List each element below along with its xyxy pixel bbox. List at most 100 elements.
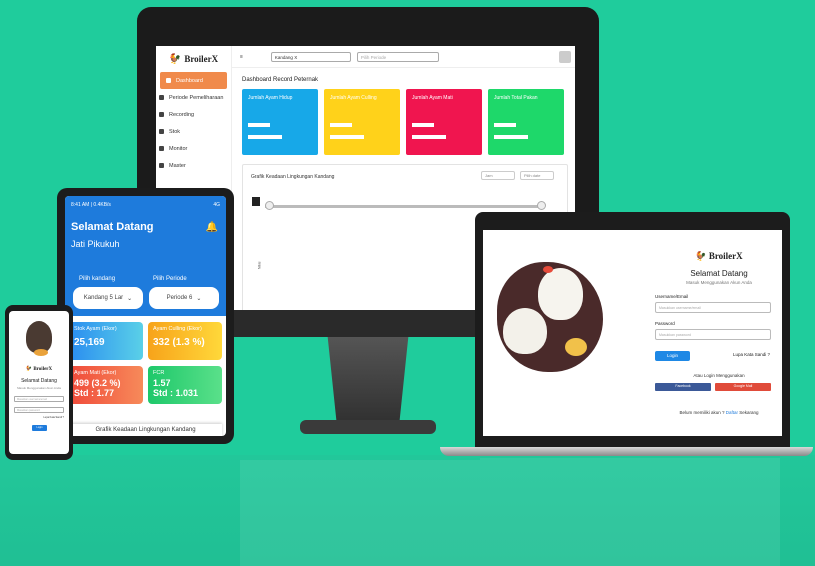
tablet: 8:41 AM | 0.4KB/s 4G Selamat Datang Jati… <box>57 188 234 444</box>
value-placeholder <box>330 135 364 139</box>
stat-value: 499 (3.2 %) <box>74 378 121 388</box>
menu-item-icon <box>159 129 164 134</box>
brand-name: BroilerX <box>708 251 743 261</box>
alt-login-text: Atau Login Menggunakan <box>693 373 745 378</box>
hen-illustration <box>503 308 547 354</box>
sidebar-item-label: Monitor <box>169 145 188 152</box>
monitor-reflection <box>240 460 480 566</box>
card-label: Jumlah Total Pakan <box>494 95 538 101</box>
periode-select[interactable]: Periode 6 ⌄ <box>149 287 219 309</box>
card-label: Jumlah Ayam Hidup <box>248 95 293 101</box>
pin-icon <box>252 197 260 206</box>
tablet-screen: 8:41 AM | 0.4KB/s 4G Selamat Datang Jati… <box>65 196 226 436</box>
chicken-icon: 🐓 <box>168 53 182 65</box>
login-button[interactable]: Login <box>32 425 47 431</box>
signal-status: 4G <box>213 202 220 208</box>
chevron-down-icon: ⌄ <box>196 295 202 302</box>
stat-label: Stok Ayam (Ekor) <box>74 326 117 332</box>
value-placeholder <box>412 123 434 127</box>
value-placeholder <box>248 135 282 139</box>
summary-card: Jumlah Ayam Hidup <box>242 89 318 155</box>
sidebar-item-stok[interactable]: Stok <box>156 123 231 140</box>
password-input[interactable]: Masukkan password <box>655 329 771 340</box>
sidebar-item-label: Stok <box>169 128 181 135</box>
phone: 🐓 BroilerX Selamat Datang Masuk Mengguna… <box>5 305 73 460</box>
chart-title: Grafik Keadaan Lingkungan Kandang <box>251 174 335 180</box>
summary-card: Jumlah Ayam Mati <box>406 89 482 155</box>
laptop-screen: 🐓 BroilerX Selamat Datang Masuk Mengguna… <box>483 230 782 436</box>
summary-card: Jumlah Ayam Culling <box>324 89 400 155</box>
unit-select[interactable]: Jam <box>481 171 515 180</box>
value-placeholder <box>330 123 352 127</box>
kandang-select[interactable]: Kandang 5 Lar ⌄ <box>73 287 143 309</box>
bell-icon[interactable]: 🔔 <box>206 222 218 233</box>
sidebar-item-monitor[interactable]: Monitor <box>156 140 231 157</box>
forgot-password-link[interactable]: Lupa Kata Sandi ? <box>43 416 64 419</box>
status-bar: 8:41 AM | 0.4KB/s <box>71 202 111 208</box>
kandang-select[interactable]: Kandang X <box>270 51 351 62</box>
monitor-base <box>300 420 436 434</box>
slider-handle-left[interactable] <box>265 201 274 210</box>
stat-value: 1.57 <box>153 378 171 388</box>
card-label: Jumlah Ayam Culling <box>330 95 377 101</box>
sidebar-item-label: Recording <box>169 111 195 118</box>
brand-name: BroilerX <box>33 367 53 372</box>
menu-item-icon <box>159 112 164 117</box>
register-link[interactable]: Daftar <box>726 410 738 415</box>
page-title: Dashboard Record Peternak <box>242 77 319 83</box>
login-button[interactable]: Login <box>655 351 690 361</box>
chevron-down-icon: ⌄ <box>127 295 133 302</box>
welcome-title: Selamat Datang <box>21 378 57 384</box>
sidebar-item-dashboard[interactable]: Dashboard <box>160 72 227 89</box>
monitor-stand <box>327 337 409 429</box>
top-bar: ≡ Kandang X Pilih Periode <box>232 46 575 68</box>
avatar[interactable] <box>559 51 571 63</box>
brand-logo: 🐓 BroilerX <box>25 367 53 372</box>
register-text: Belum memiliki akun ? Daftar Sekarang <box>653 410 785 415</box>
welcome-title: Selamat Datang <box>71 221 154 233</box>
password-label: Password <box>655 321 675 326</box>
summary-card: Jumlah Total Pakan <box>488 89 564 155</box>
slider-handle-right[interactable] <box>537 201 546 210</box>
chart-section-title: Grafik Keadaan Lingkungan Kandang <box>69 424 222 436</box>
hen-comb-illustration <box>543 266 553 273</box>
menu-item-icon <box>166 78 171 83</box>
welcome-title: Selamat Datang <box>690 269 748 278</box>
menu-icon[interactable]: ≡ <box>240 54 243 60</box>
value-placeholder <box>494 135 528 139</box>
user-name: Jati Pikukuh <box>71 239 120 249</box>
stat-label: FCR <box>153 370 165 376</box>
date-input[interactable]: Pilih date <box>520 171 554 180</box>
sidebar-item-master[interactable]: Master <box>156 157 231 174</box>
hen-illustration <box>538 268 583 320</box>
password-input[interactable]: Masukkan password <box>14 407 64 413</box>
laptop-base <box>440 447 813 456</box>
sidebar-item-label: Periode Pemeliharaan <box>169 94 224 101</box>
stat-label: Ayam Mati (Ekor) <box>74 370 117 376</box>
username-label: Username/Email <box>655 294 689 299</box>
stat-label: Ayam Culling (Ekor) <box>153 326 202 332</box>
laptop-reflection <box>480 458 780 566</box>
periode-label: Pilih Periode <box>153 276 187 282</box>
kandang-value: Kandang 5 Lar <box>83 295 124 301</box>
chick-illustration <box>565 338 587 356</box>
username-input[interactable]: Masukkan username/email <box>14 396 64 402</box>
google-button[interactable]: Google Mail <box>715 383 771 391</box>
username-input[interactable]: Masukkan username/email <box>655 302 771 313</box>
summary-cards: Jumlah Ayam Hidup Jumlah Ayam Culling Juml… <box>242 89 564 155</box>
stat-value: 25,169 <box>74 337 105 348</box>
card-label: Jumlah Ayam Mati <box>412 95 453 101</box>
value-placeholder <box>412 135 446 139</box>
sidebar-item-periode-pemeliharaan[interactable]: Periode Pemeliharaan <box>156 89 231 106</box>
sidebar-item-recording[interactable]: Recording <box>156 106 231 123</box>
register-suffix: Sekarang <box>739 410 759 415</box>
stat-standard: Std : 1.77 <box>74 388 115 398</box>
periode-value: Periode 6 <box>166 295 193 301</box>
range-slider[interactable] <box>265 205 541 208</box>
periode-select[interactable]: Pilih Periode <box>356 51 439 62</box>
facebook-button[interactable]: Facebook <box>655 383 711 391</box>
value-placeholder <box>494 123 516 127</box>
phone-screen: 🐓 BroilerX Selamat Datang Masuk Mengguna… <box>9 311 69 454</box>
forgot-password-link[interactable]: Lupa Kata Sandi ? <box>733 352 770 357</box>
stat-card: Ayam Mati (Ekor) 499 (3.2 %) Std : 1.77 <box>69 366 143 404</box>
